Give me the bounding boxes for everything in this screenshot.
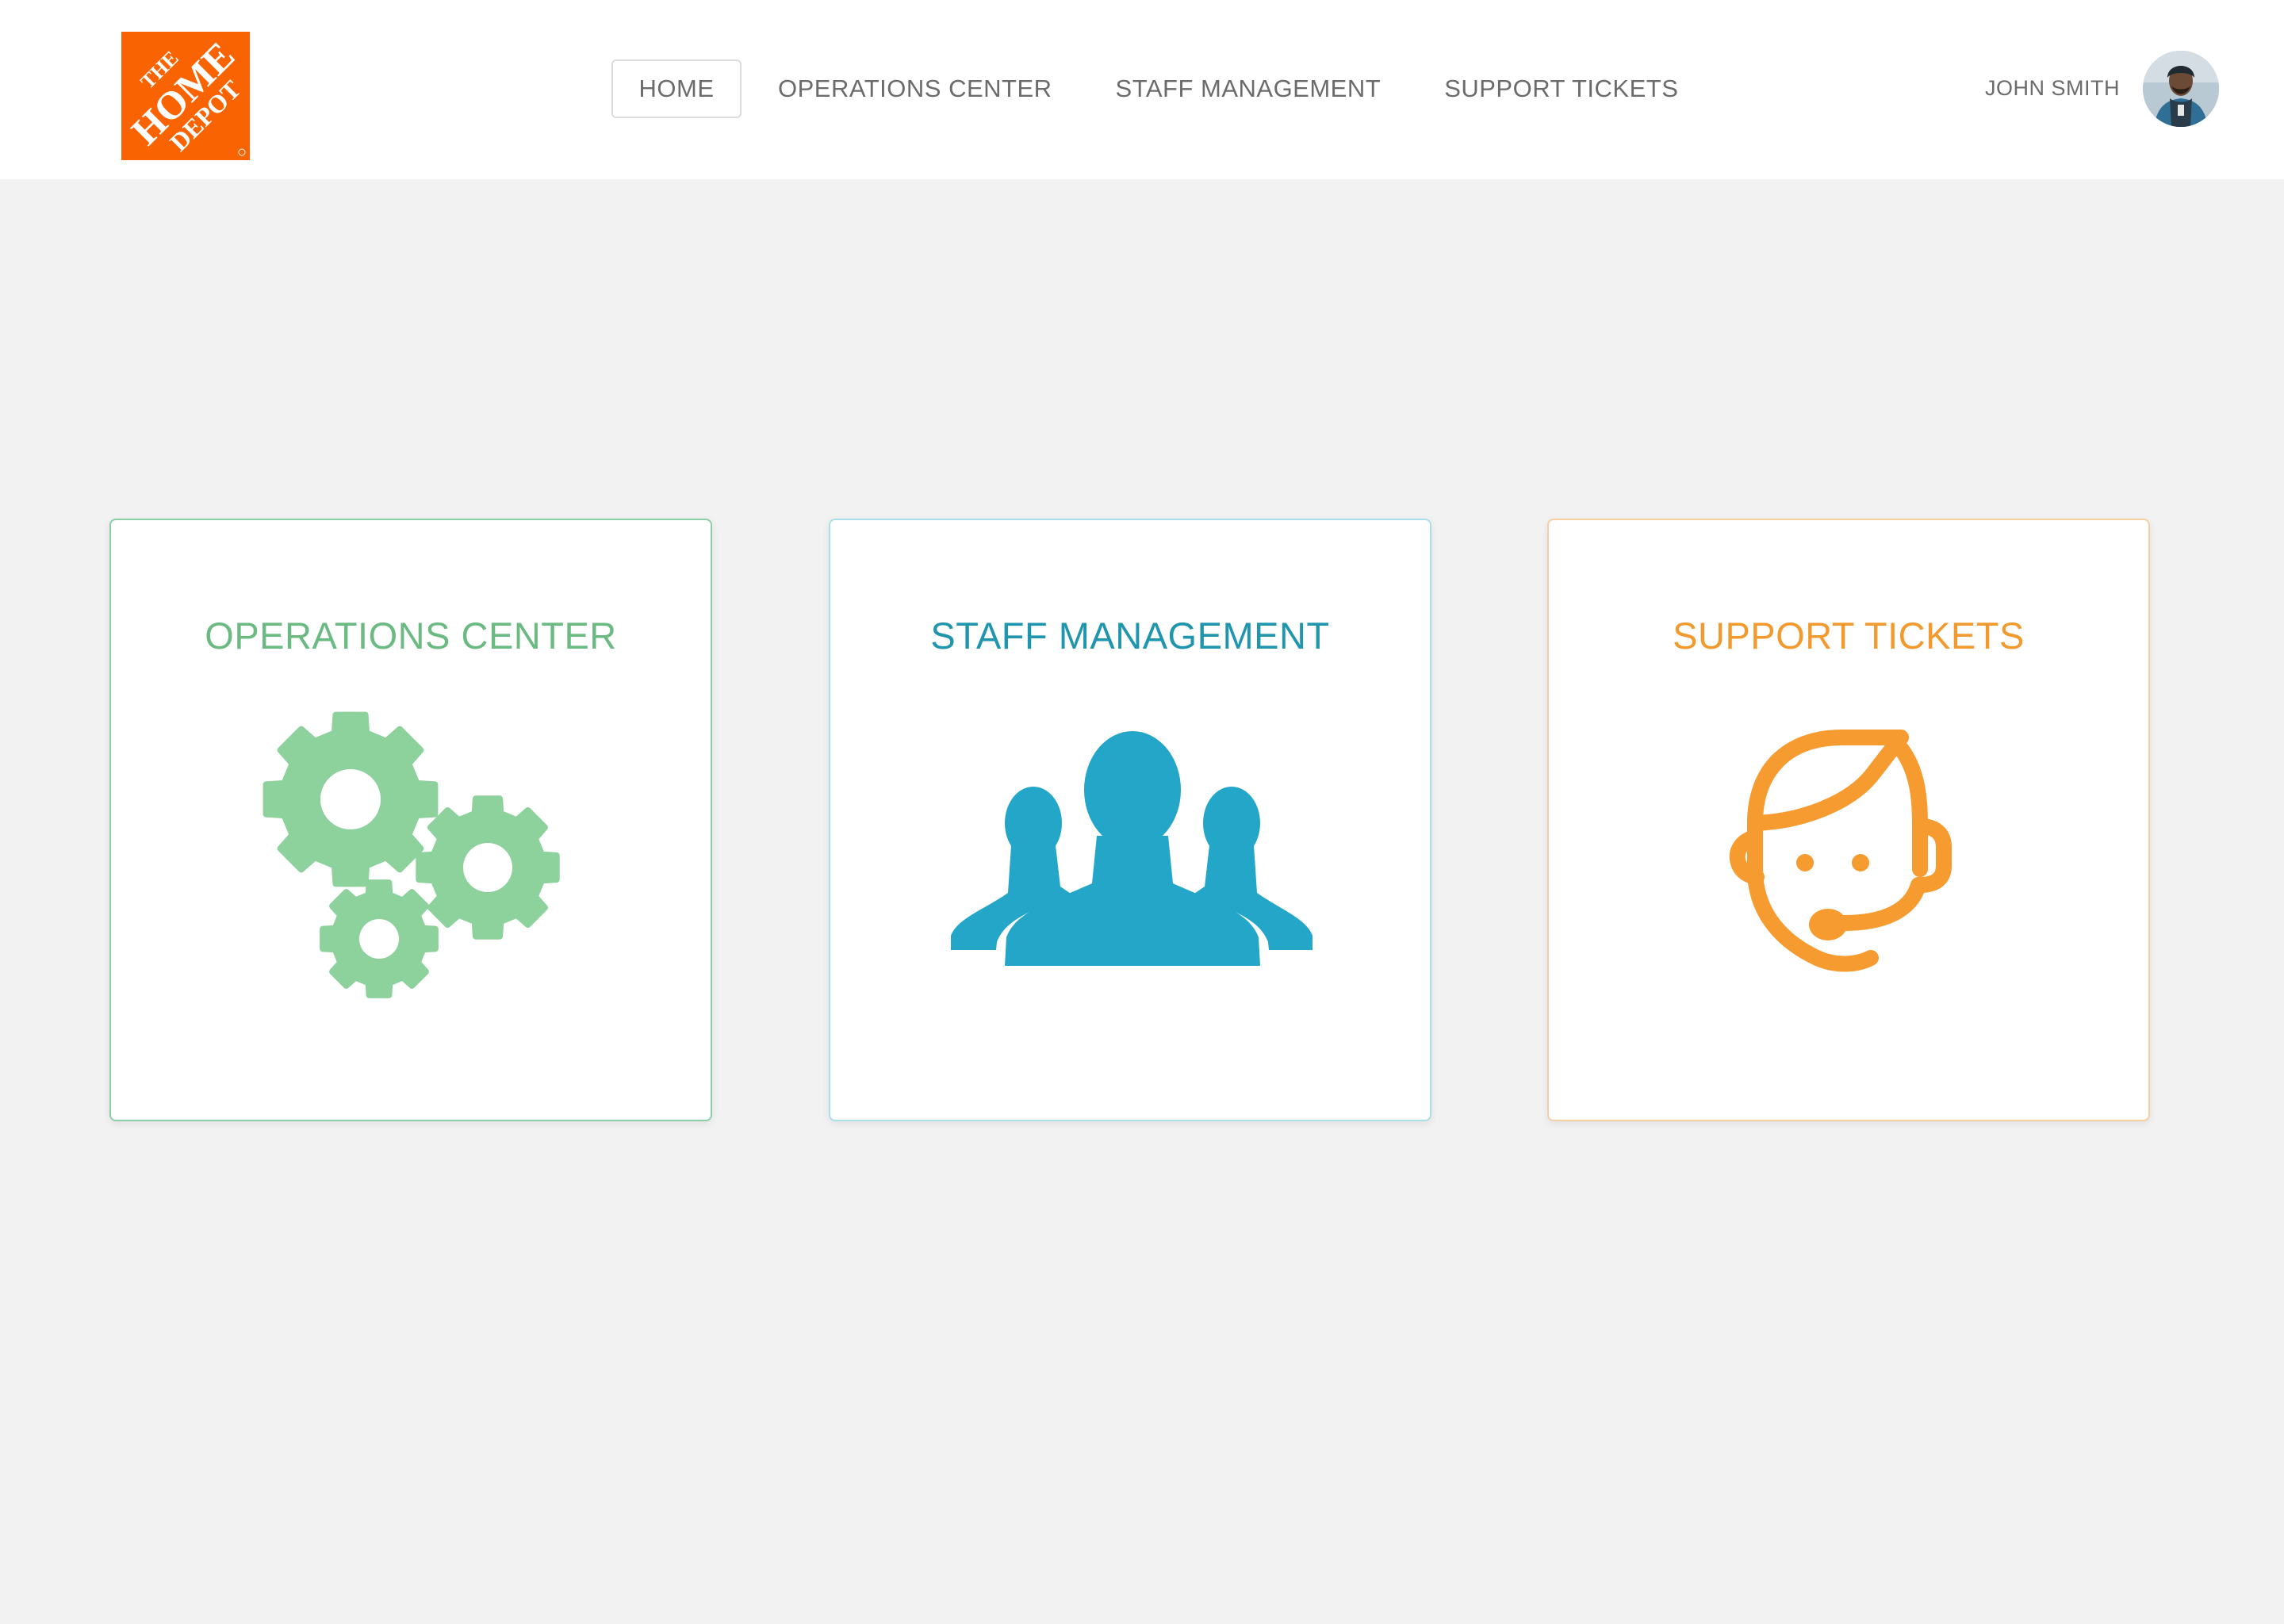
gears-icon bbox=[111, 704, 711, 1037]
users-group-icon bbox=[830, 704, 1430, 1037]
home-depot-logo[interactable]: THE HOME DEPOT bbox=[121, 32, 250, 160]
user-name[interactable]: JOHN SMITH bbox=[1985, 76, 2120, 101]
card-staff-management[interactable]: STAFF MANAGEMENT bbox=[829, 519, 1431, 1121]
user-avatar[interactable] bbox=[2143, 51, 2219, 127]
card-staff-management-title: STAFF MANAGEMENT bbox=[930, 615, 1330, 657]
card-operations-center[interactable]: OPERATIONS CENTER bbox=[109, 519, 712, 1121]
gear-large bbox=[263, 711, 439, 887]
nav-staff-management[interactable]: STAFF MANAGEMENT bbox=[1116, 59, 1382, 118]
nav-home[interactable]: HOME bbox=[611, 59, 742, 118]
headset-agent-icon bbox=[1549, 704, 2148, 1037]
nav-home-label: HOME bbox=[638, 75, 715, 102]
nav-support-tickets-label: SUPPORT TICKETS bbox=[1444, 75, 1679, 102]
top-header: THE HOME DEPOT HOME OPERATIONS CENTER ST… bbox=[0, 0, 2284, 179]
avatar-photo-icon bbox=[2143, 51, 2219, 127]
nav-staff-management-label: STAFF MANAGEMENT bbox=[1115, 75, 1382, 102]
nav-support-tickets[interactable]: SUPPORT TICKETS bbox=[1444, 59, 1678, 118]
logo-mark: THE HOME DEPOT bbox=[121, 32, 250, 160]
gear-medium bbox=[416, 795, 560, 940]
card-support-tickets[interactable]: SUPPORT TICKETS bbox=[1547, 519, 2150, 1121]
card-support-tickets-title: SUPPORT TICKETS bbox=[1673, 615, 2025, 657]
gear-small bbox=[320, 879, 439, 998]
main-nav: HOME OPERATIONS CENTER STAFF MANAGEMENT … bbox=[611, 59, 1678, 118]
nav-operations-center[interactable]: OPERATIONS CENTER bbox=[778, 59, 1052, 118]
gears-icon-graphic bbox=[263, 711, 560, 998]
nav-operations-center-label: OPERATIONS CENTER bbox=[778, 75, 1052, 102]
card-operations-center-title: OPERATIONS CENTER bbox=[205, 615, 617, 657]
users-group-icon-graphic bbox=[951, 724, 1313, 974]
headset-agent-icon-graphic bbox=[1729, 730, 1952, 972]
